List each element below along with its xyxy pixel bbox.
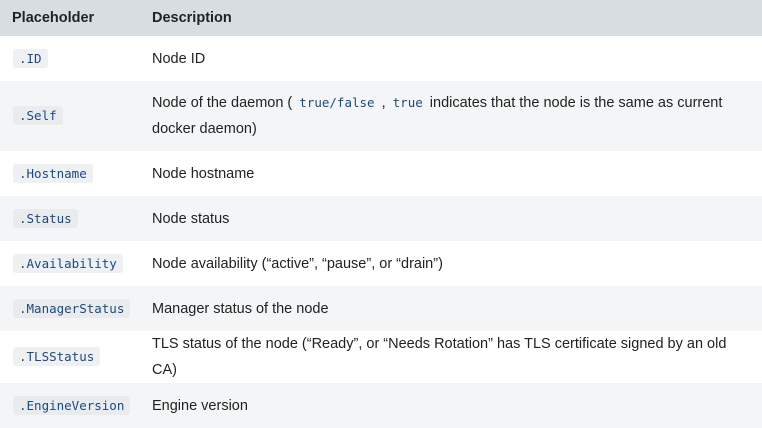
placeholder-cell: .Status <box>0 196 140 241</box>
header-row: Placeholder Description <box>0 0 762 36</box>
table-row: .Availability Node availability (“active… <box>0 241 762 286</box>
description-cell: Node availability (“active”, “pause”, or… <box>152 255 443 272</box>
placeholder-code: .Availability <box>13 253 123 273</box>
table-row: .Status Node status <box>0 196 762 241</box>
placeholder-cell: .Availability <box>0 241 140 286</box>
description-text: , <box>377 95 390 111</box>
description-cell: Node of the daemon ( true/false , true i… <box>140 81 762 151</box>
placeholder-code: .Hostname <box>13 163 93 183</box>
description-cell: Engine version <box>152 397 248 414</box>
table-row: .Hostname Node hostname <box>0 151 762 196</box>
table-row: .ID Node ID <box>0 36 762 81</box>
table-row: .ManagerStatus Manager status of the nod… <box>0 286 762 331</box>
description-cell: Node ID <box>152 50 206 67</box>
inline-code: true/false <box>299 95 375 110</box>
description-text: Node of the daemon ( <box>152 95 297 111</box>
placeholder-cell: .Self <box>0 81 140 151</box>
table-header: Placeholder Description <box>0 0 762 36</box>
placeholder-table: Placeholder Description .ID Node ID .Sel… <box>0 0 762 428</box>
placeholder-cell: .Hostname <box>0 151 140 196</box>
inline-code: true <box>392 95 423 110</box>
header-placeholder: Placeholder <box>12 10 95 26</box>
table-row: .TLSStatus TLS status of the node (“Read… <box>0 331 762 383</box>
description-cell: TLS status of the node (“Ready”, or “Nee… <box>152 336 727 378</box>
placeholder-cell: .EngineVersion <box>0 383 140 428</box>
placeholder-code: .ID <box>13 48 48 68</box>
placeholder-cell: .ID <box>0 36 140 81</box>
placeholder-code: .Self <box>13 106 63 125</box>
table-body: .ID Node ID .Self Node of the daemon ( t… <box>0 36 762 428</box>
placeholder-code: .ManagerStatus <box>13 298 131 318</box>
header-description: Description <box>152 10 232 26</box>
placeholder-cell: .TLSStatus <box>0 331 140 383</box>
placeholder-cell: .ManagerStatus <box>0 286 140 331</box>
table-row: .EngineVersion Engine version <box>0 383 762 428</box>
description-cell: Manager status of the node <box>152 300 329 317</box>
placeholder-code: .EngineVersion <box>13 395 131 415</box>
placeholder-code: .TLSStatus <box>13 347 101 366</box>
table-row: .Self Node of the daemon ( true/false , … <box>0 81 762 151</box>
placeholder-code: .Status <box>13 208 78 228</box>
description-cell: Node status <box>152 210 230 227</box>
description-cell: Node hostname <box>152 165 255 182</box>
